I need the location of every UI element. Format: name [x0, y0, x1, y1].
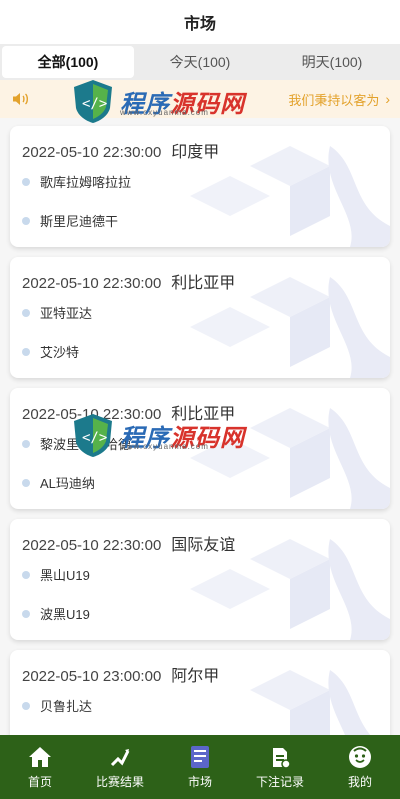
- tabbar-item-bet-records[interactable]: 下注记录: [240, 735, 320, 799]
- match-header: 2022-05-10 22:30:00 国际友谊: [10, 519, 390, 555]
- team-name: 亚特亚达: [40, 306, 93, 321]
- tab-all[interactable]: 全部(100): [2, 46, 134, 78]
- team-away: 波黑U19: [10, 604, 390, 623]
- bullet-dot: [22, 177, 30, 186]
- tabbar-label: 下注记录: [255, 774, 304, 789]
- match-time: 2022-05-10 22:30:00: [22, 275, 162, 292]
- header: 市场: [0, 0, 400, 44]
- bullet-dot: [22, 439, 30, 448]
- tabbar-label: 比赛结果: [95, 774, 144, 789]
- bullet-dot: [22, 308, 30, 317]
- match-card[interactable]: 2022-05-10 22:30:00 印度甲 歌库拉姆喀拉拉 斯里尼迪德干: [10, 126, 390, 247]
- match-league: 国际友谊: [171, 537, 236, 554]
- result-icon: [110, 748, 130, 766]
- home-icon: [29, 746, 51, 767]
- team-home: 黎波里伊蒂哈德: [10, 434, 390, 453]
- match-header: 2022-05-10 22:30:00 印度甲: [10, 126, 390, 162]
- team-home: 贝鲁扎达: [10, 696, 390, 715]
- match-league: 阿尔甲: [171, 668, 220, 685]
- bullet-dot: [22, 347, 30, 356]
- team-away: 艾沙特: [10, 342, 390, 361]
- team-name: 斯里尼迪德干: [40, 214, 119, 229]
- tabbar-item-home[interactable]: 首页: [0, 735, 80, 799]
- tabbar-label: 我的: [347, 774, 372, 789]
- chevron-right-icon: ›: [385, 91, 390, 107]
- bullet-dot: [22, 701, 30, 710]
- tabbar-item-market[interactable]: 市场: [160, 735, 240, 799]
- team-name: 黑山U19: [40, 568, 90, 583]
- team-name: 黎波里伊蒂哈德: [40, 437, 132, 452]
- tabbar-label: 市场: [187, 774, 212, 789]
- team-name: 艾沙特: [40, 345, 80, 360]
- match-league: 利比亚甲: [171, 275, 236, 292]
- tab-today[interactable]: 今天(100): [134, 46, 266, 78]
- bullet-dot: [22, 478, 30, 487]
- team-home: 黑山U19: [10, 565, 390, 584]
- market-icon: [191, 745, 209, 768]
- team-away: 斯里尼迪德干: [10, 211, 390, 230]
- team-name: 贝鲁扎达: [40, 699, 93, 714]
- date-filter-tabs: 全部(100) 今天(100) 明天(100): [0, 44, 400, 80]
- market-page: 市场 全部(100) 今天(100) 明天(100) 我们秉持以客为 › 202…: [0, 0, 400, 799]
- match-time: 2022-05-10 23:00:00: [22, 668, 162, 685]
- match-header: 2022-05-10 23:00:00 阿尔甲: [10, 650, 390, 686]
- tabbar-item-profile[interactable]: 我的: [320, 735, 400, 799]
- match-time: 2022-05-10 22:30:00: [22, 537, 162, 554]
- profile-icon: [349, 745, 371, 768]
- team-name: AL玛迪纳: [40, 476, 95, 491]
- team-name: 歌库拉姆喀拉拉: [40, 175, 132, 190]
- match-league: 利比亚甲: [171, 406, 236, 423]
- team-away: AL玛迪纳: [10, 473, 390, 492]
- match-card[interactable]: 2022-05-10 22:30:00 利比亚甲 亚特亚达 艾沙特: [10, 257, 390, 378]
- bullet-dot: [22, 570, 30, 579]
- notice-bar[interactable]: 我们秉持以客为 ›: [0, 80, 400, 118]
- match-list: 2022-05-10 22:30:00 印度甲 歌库拉姆喀拉拉 斯里尼迪德干 20…: [0, 118, 400, 771]
- match-card[interactable]: 2022-05-10 22:30:00 利比亚甲 黎波里伊蒂哈德 AL玛迪纳: [10, 388, 390, 509]
- tabbar-label: 首页: [27, 774, 52, 789]
- tab-tomorrow[interactable]: 明天(100): [266, 46, 398, 78]
- speaker-icon: [13, 93, 28, 105]
- match-league: 印度甲: [171, 144, 220, 161]
- match-header: 2022-05-10 22:30:00 利比亚甲: [10, 257, 390, 293]
- bullet-dot: [22, 609, 30, 618]
- team-home: 歌库拉姆喀拉拉: [10, 172, 390, 191]
- bottom-tab-bar: 首页 比赛结果 市场 下注记录 我的: [0, 735, 400, 799]
- tabbar-item-results[interactable]: 比赛结果: [80, 735, 160, 799]
- match-card[interactable]: 2022-05-10 22:30:00 国际友谊 黑山U19 波黑U19: [10, 519, 390, 640]
- record-icon: [273, 747, 291, 769]
- notice-text: 我们秉持以客为: [288, 92, 380, 108]
- match-time: 2022-05-10 22:30:00: [22, 406, 162, 423]
- team-home: 亚特亚达: [10, 303, 390, 322]
- match-time: 2022-05-10 22:30:00: [22, 144, 162, 161]
- page-title: 市场: [183, 16, 216, 33]
- bullet-dot: [22, 216, 30, 225]
- match-header: 2022-05-10 22:30:00 利比亚甲: [10, 388, 390, 424]
- team-name: 波黑U19: [40, 607, 90, 622]
